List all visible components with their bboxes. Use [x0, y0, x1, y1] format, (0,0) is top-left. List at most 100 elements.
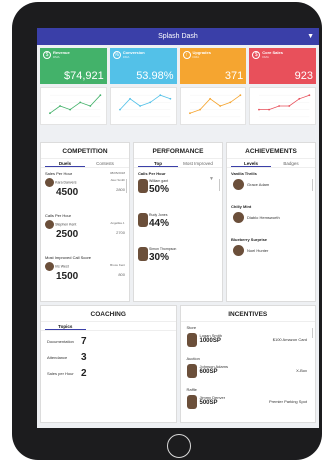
incentive-item[interactable]: Raffle Jimmy Denver 500SP Premier Parkin… [181, 384, 316, 415]
panel-title: PERFORMANCE [134, 143, 222, 159]
coaching-row[interactable]: Sales per Hour 2 [47, 365, 170, 381]
opponent-score: 800 [118, 272, 125, 277]
duel-opponent: Angelika J. 2700 [110, 213, 125, 235]
data-point [228, 101, 231, 104]
data-point [278, 105, 281, 107]
app-title: Splash Dash [158, 33, 198, 40]
data-point [258, 108, 261, 111]
panel-title: COACHING [41, 306, 176, 322]
duel-score: 4500 [56, 187, 79, 198]
incentives-panel: INCENTIVES Store Logan Smith 1000SP $100… [179, 305, 316, 423]
dollar-icon: $ [43, 51, 51, 59]
achievement-name: Diablo Hemsworth [247, 215, 280, 220]
duel-item[interactable]: Most Improved Call Score Iris West 1500 … [41, 252, 129, 294]
percent-icon: % [112, 51, 121, 59]
chevron-down-icon[interactable]: ▼ [307, 28, 314, 45]
competition-panel: COMPETITION Duels Contests Sales Per Hou… [40, 142, 130, 302]
app-screen: Splash Dash ▼ $ Revenue DMA $74,921 % Co… [37, 28, 319, 428]
bottom-panels: COACHING Topics Documentation 7 Attendan… [40, 305, 316, 423]
top-bar: Splash Dash ▼ [37, 28, 319, 45]
incentive-item[interactable]: Auction Johnson Adams 600SP X-Box [181, 353, 316, 384]
achievement-item[interactable]: Blueberry Surprise Noel Hunter [227, 234, 315, 267]
data-point [149, 101, 151, 104]
kpi-card-core-sales[interactable]: $ Core Sales DMA 923 [249, 48, 316, 84]
achievement-title: Blueberry Surprise [231, 237, 268, 242]
coaching-row[interactable]: Documentation 7 [47, 333, 170, 349]
data-point [69, 108, 72, 111]
data-point [99, 94, 102, 97]
tab-contests[interactable]: Contests [85, 159, 125, 167]
perf-percent: 44% [149, 218, 170, 229]
panel-title: ACHIEVEMENTS [227, 143, 315, 159]
incentive-points: 500SP [199, 400, 218, 406]
series-line [49, 94, 101, 114]
performance-tabs: Top Most Improved [134, 159, 222, 168]
coaching-row[interactable]: Attendance 3 [47, 349, 170, 365]
achievements-panel: ACHIEVEMENTS Levels Badges Vanilla Thril… [226, 142, 316, 302]
competition-tabs: Duels Contests [41, 159, 129, 168]
avatar [186, 395, 197, 409]
kpi-value: 53.98% [136, 70, 174, 82]
tab-badges[interactable]: Badges [271, 159, 311, 167]
achievement-item[interactable]: Chilly Mint Diablo Hemsworth [227, 201, 315, 234]
performance-item[interactable]: Simon Thompson 30% [134, 242, 222, 276]
data-point [138, 105, 141, 107]
tab-duels[interactable]: Duels [45, 159, 85, 167]
duel-name: Stephen Kent [55, 222, 77, 227]
upgrade-icon: ↑ [182, 51, 191, 59]
tab-most-improved[interactable]: Most Improved [178, 159, 218, 167]
scrollbar[interactable] [311, 328, 313, 338]
kpi-card-revenue[interactable]: $ Revenue DMA $74,921 [40, 48, 107, 84]
data-point [118, 108, 121, 111]
duel-item[interactable]: Sales Per Hour Kara Danvers 4500 08/05/2… [41, 168, 129, 210]
kpi-sub: DMA [53, 55, 60, 59]
duel-item[interactable]: Calls Per Hour Stephen Kent 2500 Angelik… [41, 210, 129, 252]
perf-name: William gant [149, 179, 169, 183]
performance-item[interactable]: William gant 50% [134, 174, 222, 208]
incentive-item[interactable]: Store Logan Smith 1000SP $100 Amazon Car… [181, 322, 316, 353]
data-point [288, 105, 291, 107]
kpi-card-upgrades[interactable]: ↑ Upgrades DMA 371 [179, 48, 247, 84]
tab-topics[interactable]: Topics [45, 322, 86, 330]
data-point [49, 112, 51, 115]
home-button[interactable] [167, 434, 191, 458]
achievement-title: Chilly Mint [231, 204, 252, 209]
coaching-panel: COACHING Topics Documentation 7 Attendan… [40, 305, 177, 423]
incentive-points: 1000SP [199, 338, 221, 344]
data-point [298, 97, 301, 100]
incentive-points: 600SP [199, 369, 218, 375]
opponent-name: Bruce Kent [110, 263, 125, 267]
data-point [159, 94, 161, 97]
perf-percent: 30% [149, 252, 170, 263]
data-point [268, 108, 271, 111]
tab-top[interactable]: Top [138, 159, 178, 167]
avatar [138, 247, 148, 261]
coaching-count: 2 [81, 367, 87, 379]
kpi-card-conversion[interactable]: % Conversion DMA 53.98% [109, 48, 177, 84]
opponent-score: 2700 [116, 230, 125, 235]
avatar [138, 179, 148, 193]
data-point [218, 105, 221, 107]
perf-name: Simon Thompson [149, 247, 177, 251]
achievement-name: Noel Hunter [247, 248, 269, 253]
trend-chart-upgrades [179, 87, 247, 125]
performance-item[interactable]: Rudy Jones 44% [134, 208, 222, 242]
duel-opponent: Bruce Kent 800 [110, 255, 125, 277]
scrollbar[interactable] [311, 179, 313, 191]
incentive-prize: $100 Amazon Card [272, 337, 307, 342]
scrollbar[interactable] [125, 179, 127, 193]
achievement-item[interactable]: Vanilla Thrills Grace Adam [227, 168, 315, 201]
incentive-category: Store [186, 325, 197, 330]
data-point [128, 97, 131, 100]
scrollbar[interactable] [218, 179, 220, 191]
avatar [233, 179, 244, 190]
kpi-value: 371 [224, 70, 244, 82]
perf-percent: 50% [149, 184, 170, 195]
middle-panels: COMPETITION Duels Contests Sales Per Hou… [40, 142, 316, 302]
avatar [233, 212, 244, 223]
tab-levels[interactable]: Levels [231, 159, 271, 167]
panel-title: INCENTIVES [180, 306, 315, 322]
duel-name: Iris West [55, 264, 69, 269]
avatar [45, 220, 54, 229]
coaching-count: 7 [81, 335, 87, 347]
